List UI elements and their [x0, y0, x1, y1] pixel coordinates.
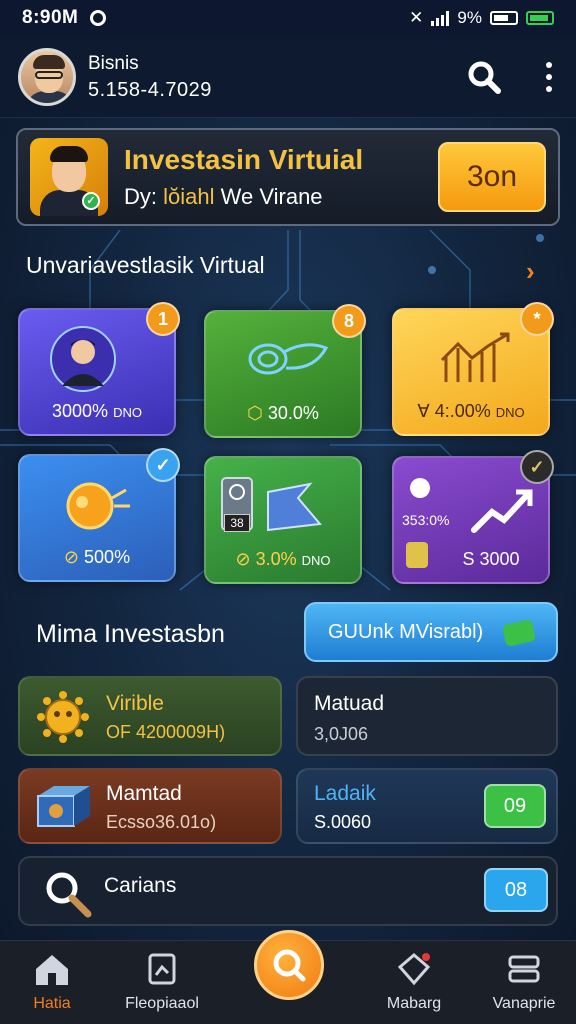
- notification-bell-icon: [397, 953, 431, 986]
- list-item[interactable]: Ladaik S.0060 09: [296, 768, 558, 844]
- card-badge: 8: [332, 304, 366, 338]
- battery-percent: 9%: [457, 8, 482, 27]
- nav-item-portfolio[interactable]: Fleopiaaol: [112, 951, 212, 1013]
- investment-card[interactable]: 38 ⊘ 3.0% DNO: [204, 456, 362, 584]
- search-fab-button[interactable]: [254, 930, 324, 1000]
- coin-stream-icon: [248, 343, 329, 375]
- card-tag: 353:0%: [402, 512, 450, 528]
- list-item[interactable]: Mamtad Ecsso36.01o): [18, 768, 282, 844]
- verified-badge-icon: ✓: [82, 192, 100, 210]
- chevron-right-icon[interactable]: ›: [526, 256, 535, 287]
- nav-item-home[interactable]: Hatia: [2, 951, 102, 1013]
- count-pill[interactable]: 09: [484, 784, 546, 828]
- investment-card[interactable]: 8 ⬡ 30.0%: [204, 304, 366, 438]
- piggy-coin-icon: [66, 482, 130, 530]
- card-tag: 38: [224, 514, 250, 532]
- count-pill[interactable]: 08: [484, 868, 548, 912]
- tile-title: Carians: [104, 874, 177, 897]
- investment-banner[interactable]: ✓ Investasin Virtuial Dy: lŏiahl We Vira…: [16, 128, 560, 226]
- tile-value: OF 4200009H): [106, 722, 226, 742]
- person-icon: [50, 326, 116, 392]
- nav-label: Vanaprie: [492, 995, 556, 1012]
- nav-item-settings[interactable]: Vanaprie: [474, 951, 574, 1013]
- app-header: Bisnis 5.158-4.7029: [0, 36, 576, 118]
- virus-coin-icon: [37, 691, 89, 743]
- card-value: ⬡ 30.0%: [247, 403, 319, 423]
- home-icon: [36, 955, 68, 985]
- investment-card[interactable]: * ∀ 4:.00% DNO: [392, 302, 554, 436]
- tile-title: Virible: [106, 692, 164, 715]
- user-name: Bisnis: [88, 52, 139, 74]
- nav-label: Hatia: [33, 995, 71, 1012]
- bar-chart-icon: [440, 332, 510, 382]
- card-badge: ✓: [146, 448, 180, 482]
- nav-label: Fleopiaaol: [125, 995, 199, 1012]
- list-item[interactable]: Carians 08: [18, 856, 558, 926]
- status-bar: 8:90M ✕ 9%: [0, 0, 576, 36]
- user-id: 5.158-4.7029: [88, 78, 212, 101]
- card-value: 3000% DNO: [52, 401, 142, 421]
- tile-value: Ecsso36.01o): [106, 812, 217, 832]
- card-badge: 1: [146, 302, 180, 336]
- section-title: Unvariavestlasik Virtual: [26, 252, 265, 278]
- mute-icon: ✕: [409, 8, 424, 27]
- safe-box-icon: [37, 786, 90, 827]
- magnifier-icon: [46, 872, 92, 918]
- nav-item-market[interactable]: Mabarg: [364, 951, 464, 1013]
- signal-icon: [431, 10, 450, 26]
- tile-title: Ladaik: [314, 782, 376, 805]
- document-chart-icon: [148, 953, 176, 985]
- list-item[interactable]: Matuad 3,0J06: [296, 676, 558, 756]
- search-icon: [273, 949, 306, 982]
- nav-label: Mabarg: [386, 995, 442, 1012]
- cash-icon: [502, 619, 536, 647]
- card-value: ⊘ 500%: [63, 547, 131, 567]
- search-icon[interactable]: [466, 59, 502, 95]
- investment-card[interactable]: 1 3000% DNO: [18, 302, 180, 436]
- status-time: 8:90M: [22, 7, 79, 28]
- list-item[interactable]: Virible OF 4200009H): [18, 676, 282, 756]
- card-value: ⊘ 3.0% DNO: [235, 549, 331, 569]
- section-title-investments: Mima Investasbn: [36, 620, 225, 648]
- avatar[interactable]: [18, 47, 76, 106]
- card-value: S 3000: [462, 549, 520, 569]
- tile-value: 3,0J06: [314, 724, 369, 744]
- charging-icon: [526, 11, 554, 25]
- tile-title: Matuad: [314, 692, 385, 715]
- more-menu-icon[interactable]: [546, 61, 552, 92]
- tile-value: S.0060: [314, 812, 372, 832]
- card-value: ∀ 4:.00% DNO: [417, 401, 525, 421]
- banner-title: Investasin Virtuial: [124, 144, 364, 175]
- investment-card[interactable]: ✓ 353:0% S 3000: [392, 450, 554, 584]
- tile-title: Mamtad: [106, 782, 182, 805]
- layers-icon: [508, 955, 540, 983]
- virtual-button[interactable]: GUUnk MVisrabl): [304, 602, 558, 662]
- banner-subtitle: Dy: lŏiahl We Virane: [124, 184, 323, 209]
- investment-card[interactable]: ✓ ⊘ 500%: [18, 448, 180, 582]
- battery-icon: [490, 11, 518, 25]
- banner-action-button[interactable]: 3on: [438, 142, 546, 212]
- banner-avatar: ✓: [30, 138, 108, 216]
- notification-icon: [90, 10, 107, 26]
- card-badge: *: [520, 302, 554, 336]
- virtual-button-label: GUUnk MVisrabl): [328, 620, 484, 643]
